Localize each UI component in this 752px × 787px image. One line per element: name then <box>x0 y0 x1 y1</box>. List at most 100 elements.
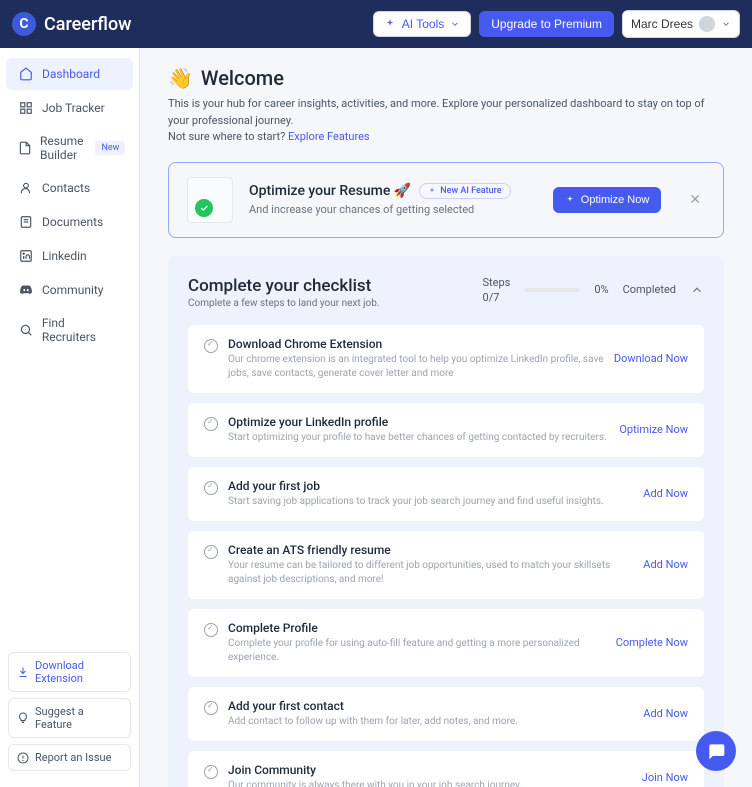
grid-icon <box>18 100 34 116</box>
user-menu-button[interactable]: Marc Drees <box>622 10 740 38</box>
optimize-now-button[interactable]: Optimize Now <box>553 187 661 213</box>
sidebar-item-job-tracker[interactable]: Job Tracker <box>6 92 133 124</box>
sidebar-item-resume-builder[interactable]: Resume Builder New <box>6 126 133 170</box>
report-issue-button[interactable]: Report an Issue <box>8 744 131 771</box>
chat-icon <box>706 741 726 761</box>
sidebar-item-label: Documents <box>42 215 103 229</box>
close-button[interactable]: ✕ <box>685 187 705 212</box>
checklist-item-desc: Complete your profile for using auto-fil… <box>228 637 606 665</box>
checkbox-icon <box>204 623 218 637</box>
sparkle-icon <box>384 18 396 30</box>
checklist-item-desc: Start saving job applications to track y… <box>228 495 633 509</box>
resume-preview-icon <box>187 177 233 223</box>
checklist-item-cta[interactable]: Optimize Now <box>619 423 688 436</box>
wave-emoji: 👋 <box>168 66 193 90</box>
checklist-item-desc: Your resume can be tailored to different… <box>228 559 633 587</box>
download-extension-button[interactable]: Download Extension <box>8 652 131 692</box>
search-icon <box>18 322 34 338</box>
sidebar: Dashboard Job Tracker Resume Builder New… <box>0 48 140 787</box>
checklist-subtitle: Complete a few steps to land your next j… <box>188 298 379 309</box>
checklist-item-cta[interactable]: Add Now <box>643 707 688 720</box>
discord-icon <box>18 282 34 298</box>
sidebar-item-linkedin[interactable]: Linkedin <box>6 240 133 272</box>
chevron-up-icon <box>690 283 704 297</box>
checklist-item-desc: Start optimizing your profile to have be… <box>228 431 609 445</box>
checklist-title: Complete your checklist <box>188 276 379 296</box>
collapse-button[interactable] <box>690 283 704 297</box>
sidebar-item-community[interactable]: Community <box>6 274 133 306</box>
checklist-item-title: Join Community <box>228 763 632 777</box>
chevron-down-icon <box>450 19 460 29</box>
sidebar-item-label: Linkedin <box>42 249 87 263</box>
download-label: Download Extension <box>35 659 122 685</box>
close-icon: ✕ <box>689 191 701 207</box>
checkbox-icon <box>204 417 218 431</box>
new-ai-feature-badge: New AI Feature <box>419 183 510 199</box>
ai-tools-button[interactable]: AI Tools <box>373 11 471 37</box>
checkbox-icon <box>204 701 218 715</box>
new-badge: New <box>95 141 125 155</box>
explore-features-link[interactable]: Explore Features <box>288 130 370 143</box>
checkbox-icon <box>204 765 218 779</box>
progress-bar <box>524 288 580 292</box>
checklist-item: Optimize your LinkedIn profile Start opt… <box>188 403 704 457</box>
checklist-item-desc: Our chrome extension is an integrated to… <box>228 353 604 381</box>
checklist-item-cta[interactable]: Join Now <box>642 771 688 784</box>
avatar <box>699 16 715 32</box>
optimize-subtitle: And increase your chances of getting sel… <box>249 203 537 216</box>
report-label: Report an Issue <box>35 751 111 764</box>
user-icon <box>18 180 34 196</box>
checklist-item: Complete Profile Complete your profile f… <box>188 609 704 677</box>
brand-name: Careerflow <box>44 14 132 35</box>
sidebar-item-label: Job Tracker <box>42 101 105 115</box>
optimize-resume-card: Optimize your Resume 🚀 New AI Feature An… <box>168 162 724 238</box>
linkedin-icon <box>18 248 34 264</box>
chat-widget-button[interactable] <box>696 731 736 771</box>
checkbox-icon <box>204 545 218 559</box>
lightbulb-icon <box>17 712 29 724</box>
alert-icon <box>17 752 29 764</box>
header-actions: AI Tools Upgrade to Premium Marc Drees <box>373 10 740 38</box>
logo-icon: C <box>12 12 36 36</box>
suggest-feature-button[interactable]: Suggest a Feature <box>8 698 131 738</box>
checklist-section: Complete your checklist Complete a few s… <box>168 256 724 787</box>
checklist-item-title: Optimize your LinkedIn profile <box>228 415 609 429</box>
user-name-label: Marc Drees <box>631 17 693 31</box>
percent-label: 0% <box>594 283 608 296</box>
page-title: Welcome <box>201 66 284 90</box>
sidebar-item-label: Resume Builder <box>40 134 83 162</box>
home-icon <box>18 66 34 82</box>
steps-value: 0/7 <box>483 291 511 304</box>
upgrade-button[interactable]: Upgrade to Premium <box>479 11 614 37</box>
checklist-item-cta[interactable]: Download Now <box>614 352 688 365</box>
sidebar-item-documents[interactable]: Documents <box>6 206 133 238</box>
download-icon <box>17 666 29 678</box>
checklist-item: Create an ATS friendly resume Your resum… <box>188 531 704 599</box>
suggest-label: Suggest a Feature <box>35 705 122 731</box>
checklist-item-title: Complete Profile <box>228 621 606 635</box>
checklist-item: Download Chrome Extension Our chrome ext… <box>188 325 704 393</box>
checklist-item: Join Community Our community is always t… <box>188 751 704 787</box>
brand-logo[interactable]: C Careerflow <box>12 12 132 36</box>
sidebar-item-dashboard[interactable]: Dashboard <box>6 58 133 90</box>
welcome-line2-prefix: Not sure where to start? <box>168 130 288 143</box>
ai-tools-label: AI Tools <box>402 17 444 31</box>
checklist-item-desc: Add contact to follow up with them for l… <box>228 715 633 729</box>
sparkle-icon <box>565 195 575 205</box>
checklist-item-cta[interactable]: Complete Now <box>616 636 688 649</box>
checklist-item-title: Download Chrome Extension <box>228 337 604 351</box>
file-icon <box>18 140 32 156</box>
chevron-down-icon <box>721 19 731 29</box>
checklist-item-cta[interactable]: Add Now <box>643 558 688 571</box>
checklist-item: Add your first job Start saving job appl… <box>188 467 704 521</box>
sidebar-item-contacts[interactable]: Contacts <box>6 172 133 204</box>
completed-label: Completed <box>623 283 676 296</box>
checkbox-icon <box>204 339 218 353</box>
sidebar-item-label: Dashboard <box>42 67 100 81</box>
sidebar-item-find-recruiters[interactable]: Find Recruiters <box>6 308 133 352</box>
app-header: C Careerflow AI Tools Upgrade to Premium… <box>0 0 752 48</box>
sidebar-item-label: Contacts <box>42 181 90 195</box>
checklist-item-cta[interactable]: Add Now <box>643 487 688 500</box>
checklist-item-desc: Our community is always there with you i… <box>228 779 632 787</box>
steps-label: Steps <box>483 276 511 289</box>
